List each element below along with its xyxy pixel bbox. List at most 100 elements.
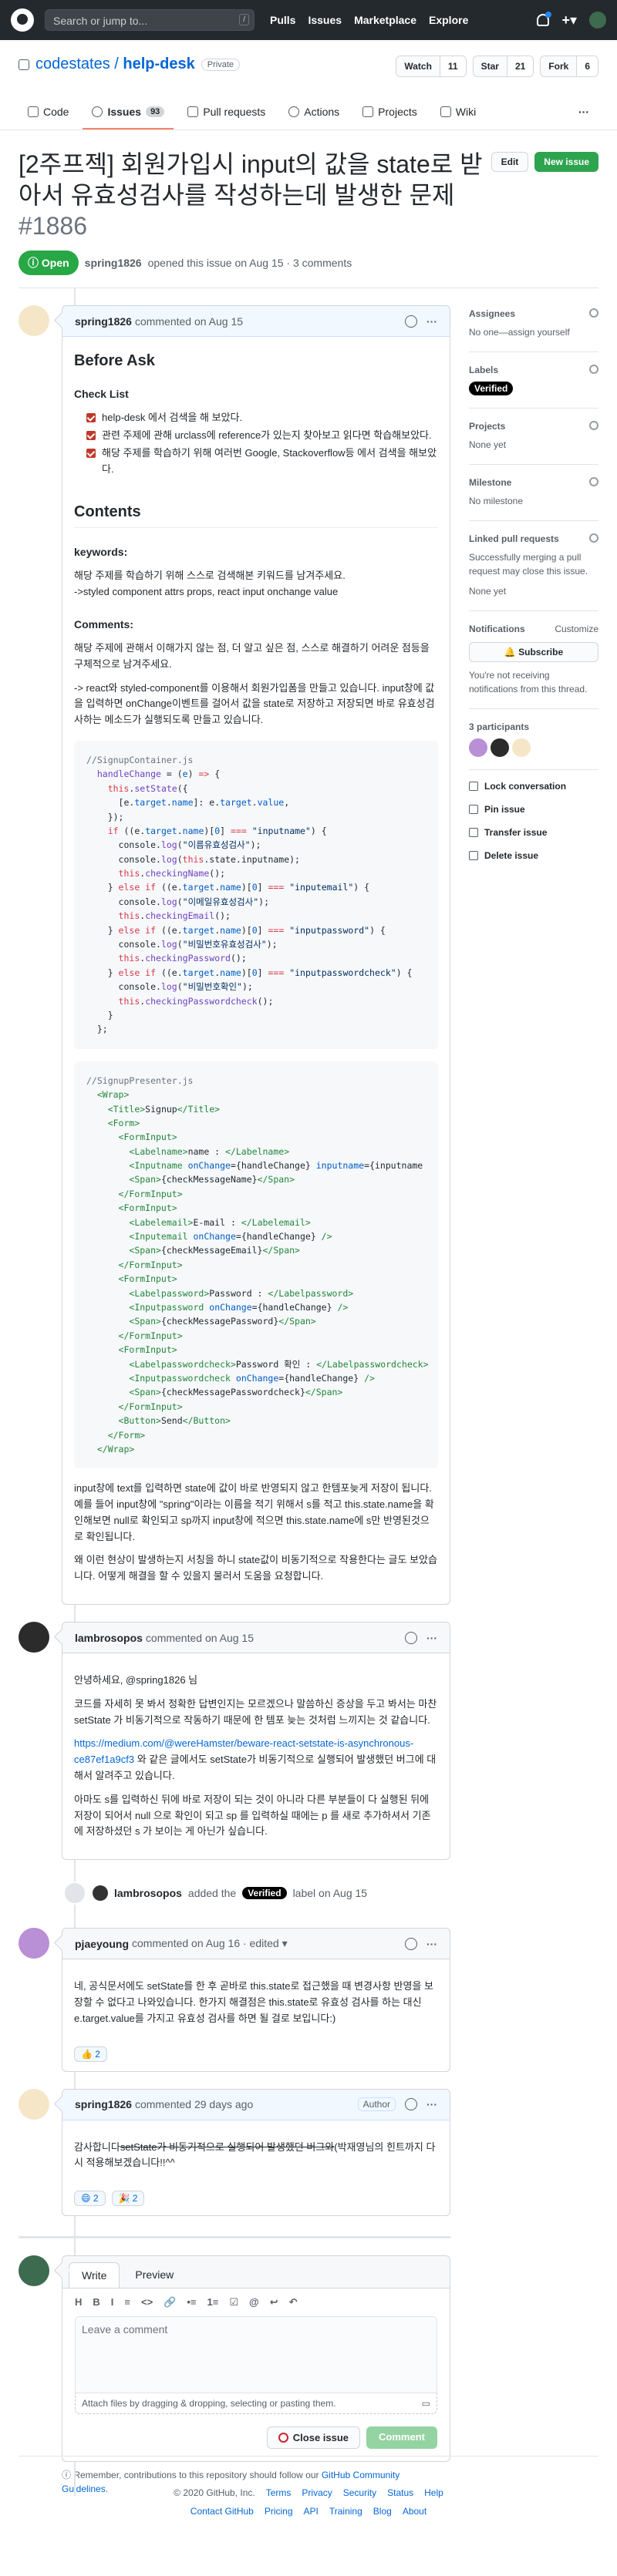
footer-link-privacy[interactable]: Privacy	[302, 2487, 332, 2498]
delete-issue-button[interactable]: Delete issue	[469, 844, 598, 867]
nav-pulls[interactable]: Pulls	[270, 14, 295, 26]
gear-icon[interactable]	[589, 421, 598, 430]
tab-wiki[interactable]: Wiki	[431, 96, 485, 129]
lock-conversation-button[interactable]: Lock conversation	[469, 775, 598, 798]
gear-icon[interactable]	[589, 308, 598, 318]
comment-menu-icon[interactable]: ···	[427, 2098, 437, 2110]
gear-icon[interactable]	[589, 365, 598, 374]
search-input[interactable]: Search or jump to... /	[45, 9, 255, 31]
nav-marketplace[interactable]: Marketplace	[354, 14, 416, 26]
create-new-icon[interactable]: +▾	[561, 12, 577, 29]
participant-avatar[interactable]	[491, 738, 509, 757]
reply-icon[interactable]: ↶	[289, 2296, 298, 2309]
comment-author[interactable]: spring1826	[75, 315, 132, 328]
comment-author[interactable]: lambrosopos	[75, 1632, 143, 1644]
tab-preview[interactable]: Preview	[123, 2262, 186, 2288]
github-logo-icon[interactable]	[11, 8, 34, 32]
add-reaction-icon[interactable]	[405, 1937, 417, 1950]
avatar[interactable]	[19, 2255, 49, 2287]
checkbox-checked-icon[interactable]	[86, 431, 96, 441]
footer-link-about[interactable]: About	[403, 2506, 427, 2517]
numbered-list-icon[interactable]: 1≡	[207, 2296, 219, 2309]
link-icon[interactable]: 🔗	[164, 2296, 176, 2309]
star-button[interactable]: Star 21	[472, 55, 534, 77]
tab-pull-requests[interactable]: Pull requests	[178, 96, 275, 129]
tab-projects[interactable]: Projects	[353, 96, 427, 129]
comment-button[interactable]: Comment	[366, 2426, 437, 2450]
comment-time[interactable]: commented on Aug 16 · edited ▾	[132, 1937, 288, 1950]
pin-issue-button[interactable]: Pin issue	[469, 798, 598, 821]
label-badge[interactable]: Verified	[469, 382, 514, 395]
task-list-icon[interactable]: ☑	[229, 2296, 238, 2309]
tada-reaction[interactable]: 🎉 2	[111, 2191, 145, 2207]
footer-link-security[interactable]: Security	[343, 2487, 376, 2498]
avatar[interactable]	[19, 2088, 49, 2120]
footer-link-training[interactable]: Training	[329, 2506, 362, 2517]
avatar[interactable]	[19, 305, 49, 336]
comment-time[interactable]: commented on Aug 15	[135, 315, 243, 328]
checkbox-checked-icon[interactable]	[86, 448, 96, 458]
notification-bell-icon[interactable]	[537, 12, 552, 26]
transfer-issue-button[interactable]: Transfer issue	[469, 821, 598, 844]
tab-code[interactable]: Code	[19, 96, 78, 129]
comment-time[interactable]: commented on Aug 15	[146, 1632, 254, 1644]
add-reaction-icon[interactable]	[405, 314, 417, 328]
customize-link[interactable]: Customize	[555, 624, 598, 634]
avatar[interactable]	[93, 1885, 108, 1902]
footer-link-status[interactable]: Status	[387, 2487, 413, 2498]
checkbox-checked-icon[interactable]	[86, 413, 96, 423]
more-tabs-icon[interactable]: ···	[569, 96, 598, 129]
comment-author[interactable]: spring1826	[75, 2098, 132, 2110]
comment-time[interactable]: commented 29 days ago	[135, 2098, 253, 2110]
assignees-value[interactable]: No one—assign yourself	[469, 325, 598, 339]
thumbs-up-reaction[interactable]: 👍 2	[74, 2046, 107, 2062]
avatar[interactable]	[19, 1622, 49, 1653]
footer-link-terms[interactable]: Terms	[266, 2487, 292, 2498]
participant-avatar[interactable]	[512, 738, 531, 757]
footer-link-blog[interactable]: Blog	[373, 2506, 392, 2517]
comment-menu-icon[interactable]: ···	[427, 1632, 437, 1644]
nav-issues[interactable]: Issues	[308, 14, 342, 26]
comment-textarea[interactable]: Leave a comment	[75, 2316, 437, 2394]
issue-author[interactable]: spring1826	[85, 257, 142, 269]
close-issue-button[interactable]: Close issue	[266, 2426, 361, 2450]
fork-count: 6	[576, 56, 598, 76]
avatar[interactable]	[19, 1928, 49, 1959]
quote-icon[interactable]: ≡	[124, 2296, 130, 2309]
smile-reaction[interactable]: 😄 2	[74, 2191, 106, 2207]
mention-icon[interactable]: @	[249, 2296, 259, 2309]
gear-icon[interactable]	[589, 477, 598, 486]
event-actor[interactable]: lambrosopos	[114, 1887, 182, 1899]
comment-menu-icon[interactable]: ···	[427, 315, 437, 328]
repo-name[interactable]: help-desk	[123, 55, 194, 73]
footer-link-help[interactable]: Help	[424, 2487, 443, 2498]
participant-avatar[interactable]	[469, 738, 487, 757]
tab-write[interactable]: Write	[69, 2262, 120, 2288]
heading-icon[interactable]: H	[75, 2296, 82, 2309]
tab-actions[interactable]: Actions	[279, 96, 349, 129]
repo-owner[interactable]: codestates	[35, 55, 110, 73]
add-reaction-icon[interactable]	[405, 1631, 417, 1644]
edit-button[interactable]: Edit	[491, 152, 529, 172]
nav-explore[interactable]: Explore	[429, 14, 468, 26]
footer-link-api[interactable]: API	[304, 2506, 319, 2517]
bullet-list-icon[interactable]: •≡	[187, 2296, 196, 2309]
code-icon[interactable]: <>	[141, 2296, 153, 2309]
watch-button[interactable]: Watch 11	[396, 55, 467, 77]
add-reaction-icon[interactable]	[405, 2098, 417, 2111]
comment-author[interactable]: pjaeyoung	[75, 1938, 129, 1950]
comment-menu-icon[interactable]: ···	[427, 1938, 437, 1950]
fork-button[interactable]: Fork 6	[540, 55, 598, 77]
footer-link-contact[interactable]: Contact GitHub	[190, 2506, 254, 2517]
gear-icon[interactable]	[589, 533, 598, 543]
new-issue-button[interactable]: New issue	[534, 152, 598, 172]
bold-icon[interactable]: B	[93, 2296, 99, 2309]
label-badge[interactable]: Verified	[242, 1887, 287, 1900]
tab-issues[interactable]: Issues 93	[83, 96, 174, 129]
user-avatar[interactable]	[589, 12, 606, 29]
footer-link-pricing[interactable]: Pricing	[265, 2506, 293, 2517]
attach-files-area[interactable]: Attach files by dragging & dropping, sel…	[75, 2393, 437, 2415]
subscribe-button[interactable]: 🔔 Subscribe	[469, 642, 598, 662]
reference-icon[interactable]: ↩	[270, 2296, 278, 2309]
italic-icon[interactable]: I	[111, 2296, 114, 2309]
